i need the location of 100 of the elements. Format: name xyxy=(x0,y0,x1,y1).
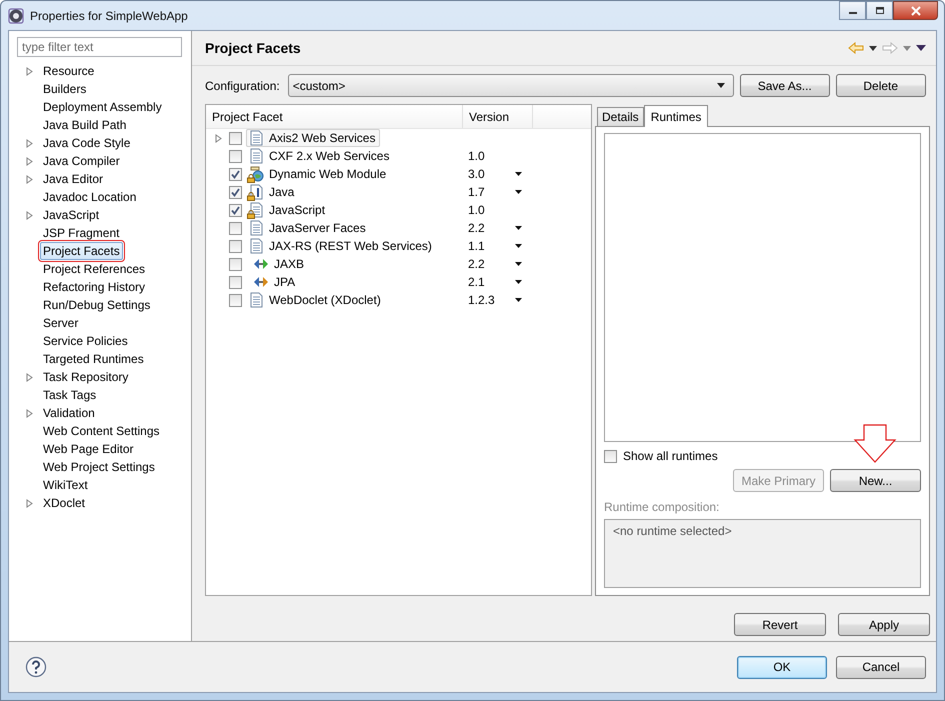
column-header[interactable]: Version xyxy=(463,105,533,128)
caret-icon[interactable] xyxy=(869,46,877,50)
dialog-button[interactable]: OK xyxy=(737,656,827,678)
tree-item[interactable]: Run/Debug Settings xyxy=(40,296,154,314)
facet-name: WebDoclet (XDoclet) xyxy=(269,293,381,307)
checkbox[interactable] xyxy=(229,294,242,306)
tree-item[interactable]: Resource xyxy=(40,62,98,80)
checkbox[interactable] xyxy=(604,450,617,462)
tree-item[interactable]: Validation xyxy=(40,404,98,422)
document-icon xyxy=(248,238,264,254)
dropdown-caret-icon[interactable] xyxy=(515,262,522,266)
tree-item[interactable]: Refactoring History xyxy=(40,278,148,296)
tree-item[interactable]: Server xyxy=(40,314,82,332)
expand-icon[interactable] xyxy=(26,372,33,382)
configuration-label: Configuration: xyxy=(205,78,280,92)
tree-item[interactable]: Java Build Path xyxy=(40,116,130,134)
facet-version: 2.2 xyxy=(468,221,486,235)
back-arrow-icon[interactable] xyxy=(848,42,864,54)
configuration-button[interactable]: Delete xyxy=(836,74,926,97)
column-header[interactable]: Project Facet xyxy=(206,105,463,128)
tree-item[interactable]: Java Compiler xyxy=(40,152,123,170)
composition-field: <no runtime selected> xyxy=(604,519,921,588)
tree-item[interactable]: WikiText xyxy=(40,476,91,494)
checkbox[interactable] xyxy=(229,132,242,144)
configuration-button[interactable]: Save As... xyxy=(740,74,830,97)
checkbox[interactable] xyxy=(229,222,242,234)
tree-item[interactable]: JavaScript xyxy=(40,206,102,224)
minimize-button[interactable] xyxy=(839,1,866,20)
dropdown-caret-icon[interactable] xyxy=(515,298,522,302)
document-icon xyxy=(248,202,264,218)
tree-item[interactable]: Java Code Style xyxy=(40,134,134,152)
tree-item[interactable]: Task Tags xyxy=(40,386,100,404)
tree-item[interactable]: Web Project Settings xyxy=(40,458,158,476)
maximize-button[interactable] xyxy=(866,1,893,20)
expand-icon[interactable] xyxy=(26,138,33,148)
facet-version: 2.1 xyxy=(468,275,486,289)
caret-icon xyxy=(716,83,725,88)
facet-version: 1.7 xyxy=(468,185,486,199)
close-button[interactable] xyxy=(893,1,938,20)
expand-icon[interactable] xyxy=(26,156,33,166)
facet-version: 1.1 xyxy=(468,239,486,253)
expand-icon[interactable] xyxy=(26,498,33,508)
facet-name: JavaServer Faces xyxy=(269,221,366,235)
composition-label: Runtime composition: xyxy=(604,500,720,514)
tab[interactable]: Details xyxy=(597,107,644,126)
tree-item[interactable]: Web Content Settings xyxy=(40,422,163,440)
tree-item[interactable]: Targeted Runtimes xyxy=(40,350,147,368)
dialog-button[interactable]: Cancel xyxy=(836,656,926,678)
dropdown-caret-icon[interactable] xyxy=(515,190,522,194)
filter-field[interactable]: type filter text xyxy=(17,37,182,57)
forward-arrow-icon[interactable] xyxy=(882,42,898,54)
tree-item[interactable]: Javadoc Location xyxy=(40,188,140,206)
tree-item[interactable]: Project References xyxy=(40,260,148,278)
checkbox[interactable] xyxy=(229,258,242,270)
facet-version: 1.0 xyxy=(468,149,486,163)
help-icon[interactable] xyxy=(25,656,47,678)
facet-name: JPA xyxy=(274,275,296,289)
expand-icon[interactable] xyxy=(26,174,33,184)
checkbox[interactable] xyxy=(229,150,242,162)
tree-item[interactable]: Deployment Assembly xyxy=(40,98,165,116)
dropdown-caret-icon[interactable] xyxy=(515,280,522,284)
tree-item[interactable]: Java Editor xyxy=(40,170,106,188)
facet-name: Java xyxy=(269,185,294,199)
checkbox[interactable] xyxy=(229,204,242,216)
expand-icon[interactable] xyxy=(26,66,33,76)
tree-item[interactable]: Task Repository xyxy=(40,368,132,386)
tree-item[interactable]: Project Facets xyxy=(40,242,123,260)
configuration-dropdown[interactable]: <custom> xyxy=(288,74,734,97)
tree-item[interactable]: Web Page Editor xyxy=(40,440,136,458)
tree-item[interactable]: Builders xyxy=(40,80,90,98)
expand-icon[interactable] xyxy=(26,408,33,418)
page-button[interactable]: Revert xyxy=(734,613,826,636)
facet-name: Dynamic Web Module xyxy=(269,167,386,181)
tree-item[interactable]: Service Policies xyxy=(40,332,131,350)
dropdown-caret-icon[interactable] xyxy=(515,226,522,230)
tree-item[interactable]: JSP Fragment xyxy=(40,224,122,242)
facet-name: JAX-RS (REST Web Services) xyxy=(269,239,432,253)
facet-version: 3.0 xyxy=(468,167,486,181)
facet-name: JavaScript xyxy=(269,203,326,217)
annotation-arrow xyxy=(853,424,897,464)
checkbox[interactable] xyxy=(229,186,242,198)
dropdown-caret-icon[interactable] xyxy=(515,172,522,176)
expand-icon[interactable] xyxy=(215,134,222,142)
facet-name: JAXB xyxy=(274,257,304,271)
facet-name: CXF 2.x Web Services xyxy=(269,149,390,163)
page-title: Project Facets xyxy=(205,40,301,56)
facet-version: 2.2 xyxy=(468,257,486,271)
window-title: Properties for SimpleWebApp xyxy=(30,8,188,22)
page-button[interactable]: Apply xyxy=(838,613,930,636)
checkbox[interactable] xyxy=(229,240,242,252)
runtime-button[interactable]: New... xyxy=(830,469,921,492)
expand-icon[interactable] xyxy=(26,210,33,220)
view-menu-icon[interactable] xyxy=(916,45,926,51)
facet-version: 1.0 xyxy=(468,203,486,217)
tree-item[interactable]: XDoclet xyxy=(40,494,88,512)
tab[interactable]: Runtimes xyxy=(644,105,708,127)
checkbox[interactable] xyxy=(229,168,242,180)
checkbox[interactable] xyxy=(229,276,242,288)
dropdown-caret-icon[interactable] xyxy=(515,244,522,248)
java-file-icon xyxy=(248,184,264,200)
